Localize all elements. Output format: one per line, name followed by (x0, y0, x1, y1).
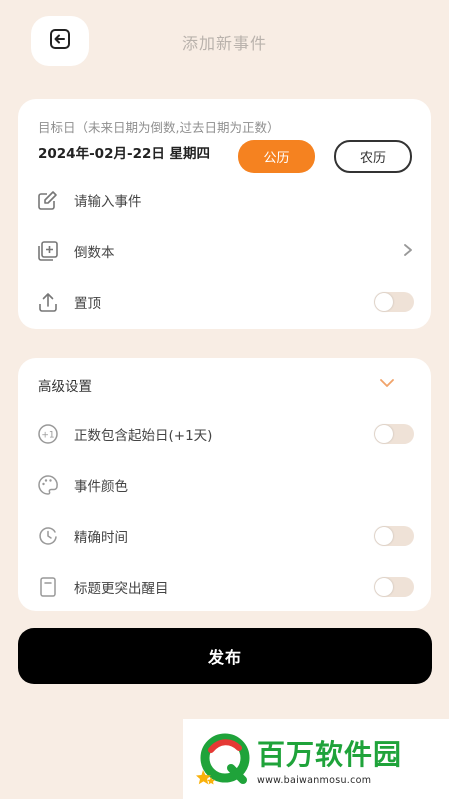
pin-top-row: 置顶 (36, 287, 414, 317)
count-include-start-label: 正数包含起始日(+1天) (74, 428, 213, 444)
upload-icon (36, 290, 60, 314)
document-icon (36, 575, 60, 599)
chevron-down-icon[interactable] (379, 374, 395, 393)
event-color-row[interactable]: 事件颜色 (36, 470, 414, 500)
count-include-start-row: +1 正数包含起始日(+1天) (36, 419, 414, 449)
solar-calendar-button[interactable]: 公历 (238, 140, 315, 173)
svg-text:+1: +1 (41, 431, 54, 441)
plus-one-icon: +1 (36, 422, 60, 446)
chevron-right-icon (402, 242, 414, 261)
site-logo-icon (193, 728, 251, 790)
watermark: 百万软件园 www.baiwanmosu.com (183, 719, 449, 799)
book-add-icon (36, 239, 60, 263)
event-name-row[interactable]: 请输入事件 (36, 185, 414, 215)
countdown-book-label: 倒数本 (74, 245, 115, 261)
publish-button[interactable]: 发布 (18, 628, 432, 684)
advanced-settings-card: 高级设置 +1 正数包含起始日(+1天) 事件颜色 精确时间 标题更突出醒目 (18, 358, 431, 611)
highlight-title-toggle[interactable] (374, 577, 414, 597)
highlight-title-label: 标题更突出醒目 (74, 581, 169, 597)
page-title: 添加新事件 (181, 34, 267, 53)
pin-top-toggle[interactable] (374, 292, 414, 312)
target-date-value[interactable]: 2024年-02月-22日 星期四 (38, 142, 210, 162)
palette-icon (36, 473, 60, 497)
precise-time-toggle[interactable] (374, 526, 414, 546)
countdown-book-row[interactable]: 倒数本 (36, 236, 414, 266)
lunar-calendar-button[interactable]: 农历 (334, 140, 412, 173)
highlight-title-row: 标题更突出醒目 (36, 572, 414, 602)
event-color-label: 事件颜色 (74, 479, 128, 495)
watermark-url: www.baiwanmosu.com (257, 774, 372, 786)
event-name-input[interactable]: 请输入事件 (74, 190, 142, 210)
clock-icon (36, 524, 60, 548)
target-date-hint: 目标日（未来日期为倒数,过去日期为正数） (38, 120, 280, 135)
edit-icon (36, 188, 60, 212)
precise-time-label: 精确时间 (74, 530, 128, 546)
advanced-settings-title: 高级设置 (38, 379, 92, 395)
count-include-start-toggle[interactable] (374, 424, 414, 444)
pin-top-label: 置顶 (74, 296, 101, 312)
precise-time-row: 精确时间 (36, 521, 414, 551)
event-basic-card: 目标日（未来日期为倒数,过去日期为正数） 2024年-02月-22日 星期四 公… (18, 99, 431, 329)
watermark-name: 百万软件园 (257, 737, 403, 771)
